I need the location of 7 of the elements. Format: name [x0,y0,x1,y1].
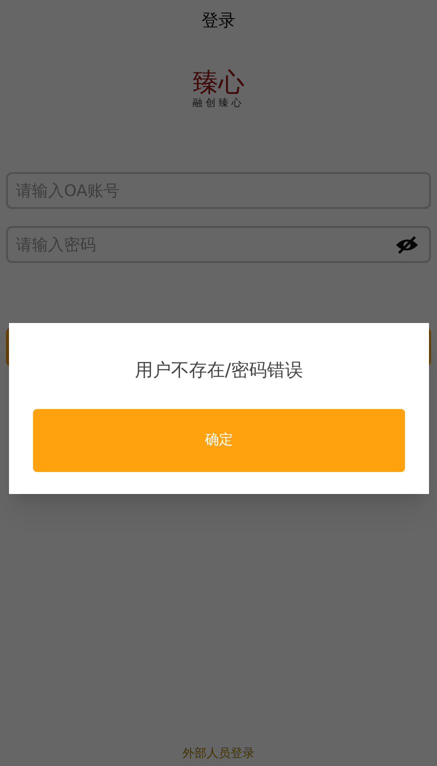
external-login-link[interactable]: 外部人员登录 [182,744,254,762]
eye-hidden-icon[interactable] [395,236,419,254]
confirm-button[interactable]: 确定 [33,409,405,472]
page-title: 登录 [202,10,236,34]
logo-tagline: 融创臻心 [192,98,244,110]
error-message: 用户不存在/密码错误 [134,359,304,383]
logo-mark: 臻心 [192,68,244,98]
